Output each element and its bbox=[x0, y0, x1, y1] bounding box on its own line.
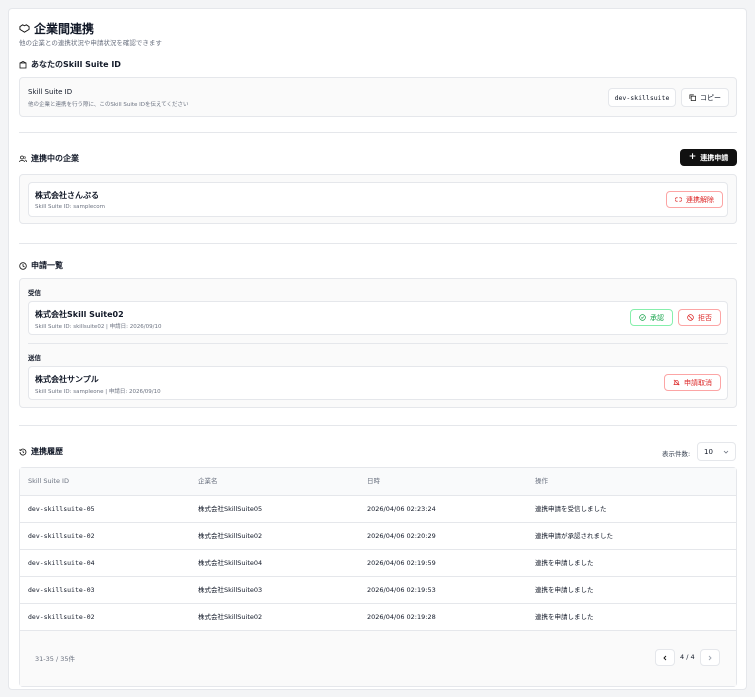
connected-company-item: 株式会社さんぷる Skill Suite ID: samplecom 連携解除 bbox=[28, 182, 728, 217]
per-page-select[interactable]: 10 bbox=[697, 442, 736, 461]
history-section-title-text: 連携履歴 bbox=[31, 447, 63, 456]
divider bbox=[19, 425, 737, 426]
page-indicator: 4 / 4 bbox=[680, 653, 695, 661]
copy-icon bbox=[689, 94, 696, 101]
table-header: Skill Suite ID 企業名 日時 操作 bbox=[20, 468, 736, 495]
cell-datetime: 2026/04/06 02:19:28 bbox=[367, 613, 436, 621]
per-page-value: 10 bbox=[704, 447, 713, 456]
disconnect-label: 連携解除 bbox=[686, 195, 714, 204]
cell-id: dev-skillsuite-02 bbox=[28, 532, 95, 540]
history-section-title: 連携履歴 bbox=[19, 446, 63, 457]
cell-id: dev-skillsuite-04 bbox=[28, 559, 95, 567]
received-company-name: 株式会社Skill Suite02 bbox=[35, 310, 124, 319]
pagination-bar: 31-35 / 35件 4 / 4 bbox=[20, 630, 736, 686]
connected-section-title-text: 連携中の企業 bbox=[31, 154, 79, 163]
handshake-icon bbox=[19, 23, 30, 34]
approve-label: 承認 bbox=[650, 313, 664, 322]
divider bbox=[19, 132, 737, 133]
connected-company-name: 株式会社さんぷる bbox=[35, 191, 99, 200]
clock-icon bbox=[19, 261, 27, 270]
connected-company-meta: Skill Suite ID: samplecom bbox=[35, 204, 106, 210]
received-label: 受信 bbox=[28, 289, 41, 297]
cancel-request-button[interactable]: 申請取消 bbox=[664, 374, 721, 391]
requests-section-title: 申請一覧 bbox=[19, 260, 63, 271]
history-icon bbox=[19, 448, 27, 456]
my-id-help: 他の企業と連携を行う際に、このSkill Suite IDを伝えてください bbox=[28, 102, 189, 108]
cell-datetime: 2026/04/06 02:23:24 bbox=[367, 505, 436, 513]
chevron-right-icon bbox=[707, 655, 713, 661]
building-icon bbox=[19, 60, 27, 69]
cell-datetime: 2026/04/06 02:20:29 bbox=[367, 532, 436, 540]
approve-button[interactable]: 承認 bbox=[630, 309, 673, 326]
ban-icon bbox=[687, 314, 694, 321]
prev-page-button[interactable] bbox=[655, 649, 675, 666]
cell-action: 連携を申請しました bbox=[535, 613, 594, 621]
table-row: dev-skillsuite-03 株式会社SkillSuite03 2026/… bbox=[20, 576, 736, 603]
my-id-label: Skill Suite ID bbox=[28, 88, 73, 96]
column-header-datetime: 日時 bbox=[367, 477, 380, 485]
cell-action: 連携を申請しました bbox=[535, 559, 594, 567]
cell-company: 株式会社SkillSuite02 bbox=[198, 532, 263, 540]
connected-card: 株式会社さんぷる Skill Suite ID: samplecom 連携解除 bbox=[19, 174, 737, 224]
cell-id: dev-skillsuite-03 bbox=[28, 586, 95, 594]
cell-datetime: 2026/04/06 02:19:53 bbox=[367, 586, 436, 594]
check-circle-icon bbox=[639, 314, 646, 321]
column-header-action: 操作 bbox=[535, 477, 548, 485]
cell-company: 株式会社SkillSuite03 bbox=[198, 586, 263, 594]
chevron-down-icon bbox=[723, 449, 729, 455]
cell-id: dev-skillsuite-02 bbox=[28, 613, 95, 621]
bell-off-icon bbox=[673, 379, 680, 386]
my-id-card: Skill Suite ID 他の企業と連携を行う際に、このSkill Suit… bbox=[19, 77, 737, 117]
received-company-meta: Skill Suite ID: skillsuite02 | 申請日: 2026… bbox=[35, 324, 162, 330]
cell-company: 株式会社SkillSuite05 bbox=[198, 505, 263, 513]
my-id-section-title: あなたのSkill Suite ID bbox=[19, 59, 121, 70]
chevron-left-icon bbox=[662, 655, 668, 661]
table-row: dev-skillsuite-02 株式会社SkillSuite02 2026/… bbox=[20, 522, 736, 549]
apply-connection-button[interactable]: + 連携申請 bbox=[680, 149, 737, 166]
divider bbox=[28, 343, 728, 344]
cell-id: dev-skillsuite-05 bbox=[28, 505, 95, 513]
cell-action: 連携を申請しました bbox=[535, 586, 594, 594]
copy-button[interactable]: コピー bbox=[681, 88, 729, 107]
apply-connection-label: 連携申請 bbox=[700, 153, 729, 162]
disconnect-button[interactable]: 連携解除 bbox=[666, 191, 723, 208]
requests-card: 受信 株式会社Skill Suite02 Skill Suite ID: ski… bbox=[19, 278, 737, 408]
table-row: dev-skillsuite-04 株式会社SkillSuite04 2026/… bbox=[20, 549, 736, 576]
plus-icon: + bbox=[688, 152, 697, 162]
table-row: dev-skillsuite-05 株式会社SkillSuite05 2026/… bbox=[20, 495, 736, 522]
cell-action: 連携申請を受信しました bbox=[535, 505, 607, 513]
history-table: Skill Suite ID 企業名 日時 操作 dev-skillsuite-… bbox=[19, 467, 737, 687]
cancel-request-label: 申請取消 bbox=[684, 378, 712, 387]
copy-button-label: コピー bbox=[700, 93, 721, 102]
page-subtitle: 他の企業との連携状況や申請状況を確認できます bbox=[19, 39, 162, 47]
cell-datetime: 2026/04/06 02:19:59 bbox=[367, 559, 436, 567]
sent-company-meta: Skill Suite ID: sampleone | 申請日: 2026/09… bbox=[35, 389, 161, 395]
my-id-value: dev-skillsuite bbox=[608, 88, 676, 107]
column-header-company: 企業名 bbox=[198, 477, 218, 485]
cell-company: 株式会社SkillSuite04 bbox=[198, 559, 263, 567]
next-page-button[interactable] bbox=[700, 649, 720, 666]
unlink-icon bbox=[675, 196, 682, 203]
page-container: 企業間連携 他の企業との連携状況や申請状況を確認できます あなたのSkill S… bbox=[8, 8, 747, 690]
sent-label: 送信 bbox=[28, 354, 41, 362]
cell-company: 株式会社SkillSuite02 bbox=[198, 613, 263, 621]
column-header-id: Skill Suite ID bbox=[28, 477, 69, 485]
cell-action: 連携申請が承認されました bbox=[535, 532, 613, 540]
sent-company-name: 株式会社サンプル bbox=[35, 375, 99, 384]
received-request-item: 株式会社Skill Suite02 Skill Suite ID: skills… bbox=[28, 301, 728, 335]
my-id-section-title-text: あなたのSkill Suite ID bbox=[31, 60, 121, 69]
result-count: 31-35 / 35件 bbox=[35, 655, 75, 663]
divider bbox=[19, 243, 737, 244]
per-page-label: 表示件数: bbox=[662, 450, 691, 458]
users-icon bbox=[19, 155, 27, 163]
requests-section-title-text: 申請一覧 bbox=[31, 261, 63, 270]
connected-section-title: 連携中の企業 bbox=[19, 153, 79, 164]
page-title-text: 企業間連携 bbox=[34, 22, 95, 36]
sent-request-item: 株式会社サンプル Skill Suite ID: sampleone | 申請日… bbox=[28, 366, 728, 400]
reject-label: 拒否 bbox=[698, 313, 712, 322]
page-title: 企業間連携 bbox=[19, 20, 94, 37]
reject-button[interactable]: 拒否 bbox=[678, 309, 721, 326]
table-row: dev-skillsuite-02 株式会社SkillSuite02 2026/… bbox=[20, 603, 736, 630]
